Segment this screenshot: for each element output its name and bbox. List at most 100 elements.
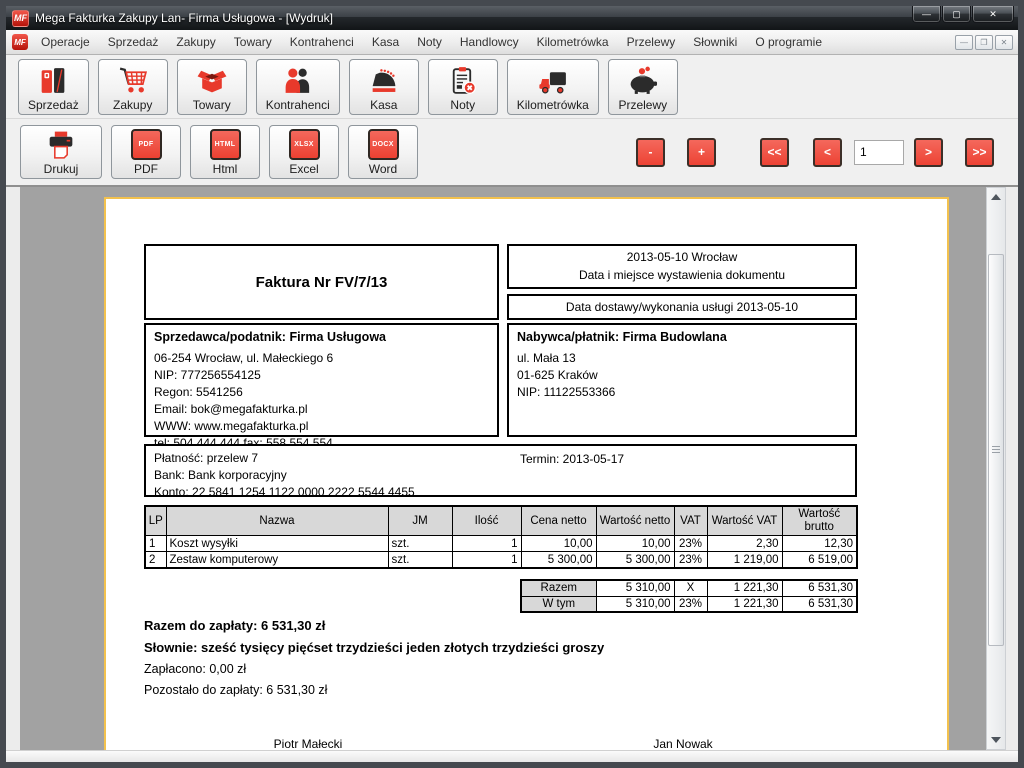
cell-vat: 23% — [674, 552, 707, 568]
menu-noty[interactable]: Noty — [408, 32, 451, 52]
piggy-bank-icon — [625, 64, 661, 97]
excel-button[interactable]: XLSX Excel — [269, 125, 339, 179]
totals-vat-rate: X — [674, 580, 707, 596]
pdf-badge-icon: PDF — [131, 129, 162, 160]
payment-box: Płatność: przelew 7 Termin: 2013-05-17 B… — [144, 444, 857, 497]
delivery-date-box: Data dostawy/wykonania usługi 2013-05-10 — [507, 294, 857, 320]
shopping-cart-icon — [115, 64, 151, 97]
toolbar-button-label: Noty — [450, 98, 475, 112]
pdf-button[interactable]: PDF PDF — [111, 125, 181, 179]
col-ilosc: Ilość — [452, 506, 521, 536]
seller-header: Sprzedawca/podatnik: Firma Usługowa — [154, 330, 489, 344]
close-button[interactable]: ✕ — [972, 6, 1014, 23]
menu-o-programie[interactable]: O programie — [746, 32, 831, 52]
menu-przelewy[interactable]: Przelewy — [618, 32, 685, 52]
window-controls: — ▢ ✕ — [912, 6, 1014, 23]
toolbar-button-label: PDF — [134, 162, 158, 176]
zoom-in-button[interactable]: + — [687, 138, 716, 167]
noty-button[interactable]: Noty — [428, 59, 498, 115]
prev-page-button[interactable]: < — [813, 138, 842, 167]
total-due-line: Razem do zapłaty: 6 531,30 zł — [144, 618, 604, 633]
menu-towary[interactable]: Towary — [225, 32, 281, 52]
html-button[interactable]: HTML Html — [190, 125, 260, 179]
toolbar-button-label: Zakupy — [113, 98, 152, 112]
word-button[interactable]: DOCX Word — [348, 125, 418, 179]
cell-lp: 2 — [145, 552, 166, 568]
seller-www: WWW: www.megafakturka.pl — [154, 418, 489, 435]
invoice-number-box: Faktura Nr FV/7/13 — [144, 244, 499, 320]
remaining-line: Pozostało do zapłaty: 6 531,30 zł — [144, 683, 604, 697]
seller-regon: Regon: 5541256 — [154, 384, 489, 401]
kasa-button[interactable]: Kasa — [349, 59, 419, 115]
menu-bar: MF Operacje Sprzedaż Zakupy Towary Kontr… — [6, 30, 1018, 55]
mdi-restore-button[interactable]: ❐ — [975, 35, 993, 50]
buyer-street: ul. Mała 13 — [517, 350, 847, 367]
payment-term: Termin: 2013-05-17 — [520, 451, 624, 468]
html-badge-icon: HTML — [210, 129, 241, 160]
scroll-up-icon[interactable] — [987, 189, 1005, 205]
col-wartosc-brutto: Wartość brutto — [782, 506, 857, 536]
totals-row-razem: Razem 5 310,00 X 1 221,30 6 531,30 — [521, 580, 857, 596]
main-toolbar: Sprzedaż Zakupy Towar — [6, 55, 1018, 119]
cell-cena-netto: 5 300,00 — [521, 552, 596, 568]
toolbar-button-label: Kontrahenci — [266, 98, 330, 112]
page-number-input[interactable] — [854, 140, 904, 165]
invoice-totals-table: Razem 5 310,00 X 1 221,30 6 531,30 W tym… — [520, 579, 858, 613]
kontrahenci-button[interactable]: Kontrahenci — [256, 59, 340, 115]
col-wartosc-netto: Wartość netto — [596, 506, 674, 536]
menu-sprzedaz[interactable]: Sprzedaż — [99, 32, 168, 52]
kilometrowka-button[interactable]: Kilometrówka — [507, 59, 599, 115]
window-title: Mega Fakturka Zakupy Lan- Firma Usługowa… — [35, 11, 906, 25]
zakupy-button[interactable]: Zakupy — [98, 59, 168, 115]
scrollbar-thumb[interactable] — [988, 254, 1004, 646]
przelewy-button[interactable]: Przelewy — [608, 59, 678, 115]
app-logo-icon: MF — [12, 10, 29, 27]
cell-ilosc: 1 — [452, 552, 521, 568]
people-icon — [280, 64, 316, 97]
mdi-minimize-button[interactable]: — — [955, 35, 973, 50]
mdi-close-button[interactable]: ✕ — [995, 35, 1013, 50]
scroll-down-icon[interactable] — [987, 732, 1005, 748]
col-nazwa: Nazwa — [166, 506, 388, 536]
toolbar-button-label: Kilometrówka — [517, 98, 589, 112]
invoice-items-table: LP Nazwa JM Ilość Cena netto Wartość net… — [144, 505, 858, 569]
toolbar-button-label: Word — [369, 162, 397, 176]
totals-vat: 1 221,30 — [707, 596, 782, 612]
next-page-button[interactable]: > — [914, 138, 943, 167]
totals-label: Razem — [521, 580, 596, 596]
invoice-page: Faktura Nr FV/7/13 2013-05-10 Wrocław Da… — [104, 197, 949, 750]
totals-row-wtym: W tym 5 310,00 23% 1 221,30 6 531,30 — [521, 596, 857, 612]
menu-slowniki[interactable]: Słowniki — [684, 32, 746, 52]
menu-kilometrowka[interactable]: Kilometrówka — [528, 32, 618, 52]
cell-vat: 23% — [674, 536, 707, 552]
col-lp: LP — [145, 506, 166, 536]
totals-brutto: 6 531,30 — [782, 580, 857, 596]
seller-box: Sprzedawca/podatnik: Firma Usługowa 06-2… — [144, 323, 499, 437]
first-page-button[interactable]: << — [760, 138, 789, 167]
zoom-out-button[interactable]: - — [636, 138, 665, 167]
mdi-window-controls: — ❐ ✕ — [955, 35, 1013, 50]
menu-operacje[interactable]: Operacje — [32, 32, 99, 52]
totals-vat-rate: 23% — [674, 596, 707, 612]
buyer-box: Nabywca/płatnik: Firma Budowlana ul. Mał… — [507, 323, 857, 437]
vertical-scrollbar[interactable] — [986, 187, 1006, 750]
menu-handlowcy[interactable]: Handlowcy — [451, 32, 528, 52]
menu-zakupy[interactable]: Zakupy — [167, 32, 224, 52]
table-row: 2 Zestaw komputerowy szt. 1 5 300,00 5 3… — [145, 552, 857, 568]
toolbar-button-label: Sprzedaż — [28, 98, 79, 112]
menu-kasa[interactable]: Kasa — [363, 32, 408, 52]
maximize-button[interactable]: ▢ — [942, 6, 971, 23]
last-page-button[interactable]: >> — [965, 138, 994, 167]
minimize-button[interactable]: — — [912, 6, 941, 23]
invoice-summary: Razem do zapłaty: 6 531,30 zł Słownie: s… — [144, 618, 604, 704]
toolbar-button-label: Drukuj — [44, 162, 79, 176]
cell-ilosc: 1 — [452, 536, 521, 552]
drukuj-button[interactable]: Drukuj — [20, 125, 102, 179]
cell-lp: 1 — [145, 536, 166, 552]
note-icon — [445, 64, 481, 97]
towary-button[interactable]: Towary — [177, 59, 247, 115]
cell-wartosc-brutto: 6 519,00 — [782, 552, 857, 568]
title-bar: MF Mega Fakturka Zakupy Lan- Firma Usług… — [6, 6, 1018, 30]
menu-kontrahenci[interactable]: Kontrahenci — [281, 32, 363, 52]
sprzedaz-button[interactable]: Sprzedaż — [18, 59, 89, 115]
